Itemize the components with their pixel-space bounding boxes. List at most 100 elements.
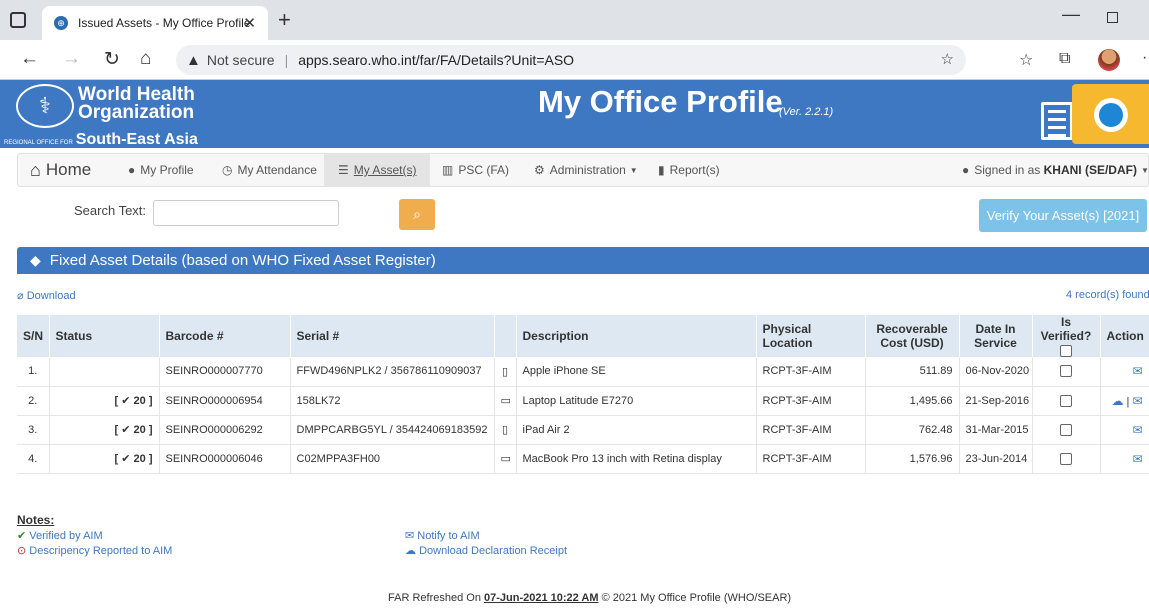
laptop-icon: ▭: [494, 386, 517, 416]
document-icon: [1041, 102, 1073, 140]
records-count: 4 record(s) found: [1066, 289, 1149, 301]
list-icon: ☰: [338, 163, 349, 177]
nav-my-attendance[interactable]: ◷ My Attendance: [222, 154, 317, 186]
discrepancy-icon: ⊙: [17, 545, 27, 557]
nav-my-profile[interactable]: ● My Profile: [128, 154, 194, 186]
paperclip-icon: ⌀: [17, 290, 24, 302]
nav-reports[interactable]: ▮ Report(s): [658, 154, 720, 186]
refresh-date: 07-Jun-2021 10:22 AM: [484, 592, 599, 604]
col-location: Physical Location: [756, 315, 866, 357]
envelope-icon[interactable]: ✉: [1132, 394, 1142, 408]
collections-icon[interactable]: ⧉: [1059, 50, 1070, 68]
who-emblem-icon: ⚕: [16, 84, 74, 128]
profile-folder-icon: [1072, 84, 1149, 144]
user-icon: ●: [128, 163, 136, 177]
status-cell: [49, 357, 160, 387]
cloud-download-icon[interactable]: ☁: [1111, 394, 1123, 408]
app-title: My Office Profile: [538, 84, 783, 119]
status-cell: [ ✔ 20 ]: [49, 444, 160, 474]
profile-avatar[interactable]: [1098, 49, 1120, 71]
table-row: 1. SEINRO000007770 FFWD496NPLK2 / 356786…: [17, 357, 1149, 387]
panel-header: ◆ Fixed Asset Details (based on WHO Fixe…: [17, 247, 1149, 274]
col-serial: Serial #: [290, 315, 495, 357]
col-description: Description: [516, 315, 757, 357]
note-notify: ✉ Notify to AIM: [405, 530, 480, 542]
phone-icon: ▯: [494, 357, 517, 387]
app-banner: ⚕ World Health Organization REGIONAL OFF…: [0, 80, 1149, 148]
nav-home[interactable]: ⌂ Home: [30, 154, 91, 186]
verify-checkbox[interactable]: [1060, 365, 1072, 378]
main-navbar: ⌂ Home ● My Profile ◷ My Attendance ☰ My Ass…: [17, 153, 1149, 187]
envelope-icon[interactable]: ✉: [1132, 423, 1142, 437]
barcode-icon: ▥: [442, 163, 454, 177]
envelope-icon[interactable]: ✉: [1132, 364, 1142, 378]
table-row: 2. [ ✔ 20 ] SEINRO000006954 158LK72 ▭ La…: [17, 386, 1149, 416]
note-declaration: ☁ Download Declaration Receipt: [405, 545, 568, 557]
note-verified: ✔ Verified by AIM: [17, 530, 103, 542]
security-label: Not secure: [206, 52, 275, 68]
forward-arrow-icon[interactable]: →: [62, 48, 81, 70]
verify-checkbox[interactable]: [1060, 394, 1072, 407]
search-button[interactable]: ⌕: [399, 199, 435, 230]
verify-checkbox[interactable]: [1060, 423, 1072, 436]
search-icon: ⌕: [413, 206, 421, 222]
verify-all-checkbox[interactable]: [1060, 344, 1072, 357]
col-sn: S/N: [17, 315, 50, 357]
envelope-icon[interactable]: ✉: [1132, 452, 1142, 466]
back-arrow-icon[interactable]: ←: [20, 48, 39, 70]
tablet-icon: ▯: [494, 415, 517, 445]
envelope-icon: ✉: [405, 530, 415, 542]
new-tab-icon[interactable]: +: [278, 7, 291, 33]
status-cell: [ ✔ 20 ]: [49, 386, 160, 416]
window-maximize-icon[interactable]: [1107, 12, 1118, 23]
col-barcode: Barcode #: [159, 315, 291, 357]
tab-close-icon[interactable]: ✕: [243, 14, 256, 32]
nav-administration[interactable]: ⚙ Administration ▼: [534, 154, 638, 186]
read-aloud-icon[interactable]: ☆: [941, 50, 954, 68]
cloud-download-icon: ☁: [405, 545, 416, 557]
browser-tab[interactable]: ⊕ Issued Assets - My Office Profile ✕: [42, 6, 268, 40]
url-omnibox[interactable]: ▲ Not secure | apps.searo.who.int/far/FA…: [176, 45, 966, 75]
home-icon[interactable]: ⌂: [140, 48, 151, 70]
clock-icon: ◷: [222, 163, 233, 177]
window-minimize-icon[interactable]: —: [1062, 4, 1080, 25]
search-input[interactable]: [153, 200, 339, 226]
verify-assets-button[interactable]: Verify Your Asset(s) [2021]: [979, 199, 1147, 232]
col-cost: Recoverable Cost (USD): [865, 315, 960, 357]
more-menu-icon[interactable]: ·: [1142, 49, 1147, 67]
gear-icon: ⚙: [534, 163, 545, 177]
who-favicon-icon: ⊕: [54, 16, 68, 30]
caret-down-icon: ▼: [1140, 165, 1149, 175]
col-action: Action: [1100, 315, 1149, 357]
url-text: apps.searo.who.int/far/FA/Details?Unit=A…: [298, 52, 575, 68]
region-name: REGIONAL OFFICE FOR South-East Asia: [4, 131, 198, 148]
check-icon: ✔: [17, 530, 27, 542]
nav-psc-fa[interactable]: ▥ PSC (FA): [442, 154, 509, 186]
search-label: Search Text:: [74, 203, 147, 218]
footer: FAR Refreshed On 07-Jun-2021 10:22 AM © …: [388, 592, 792, 604]
user-icon: ●: [962, 163, 970, 177]
col-status: Status: [49, 315, 160, 357]
nav-my-assets[interactable]: ☰ My Asset(s): [324, 154, 431, 186]
address-bar-row: ← → ↻ ⌂ ▲ Not secure | apps.searo.who.in…: [0, 40, 1149, 80]
asset-table: S/N Status Barcode # Serial # Descriptio…: [17, 315, 1149, 474]
status-cell: [ ✔ 20 ]: [49, 415, 160, 445]
nav-signed-in-user[interactable]: ● Signed in as KHANI (SE/DAF) ▼: [962, 154, 1149, 186]
laptop-icon: ▭: [494, 444, 517, 474]
verify-checkbox[interactable]: [1060, 452, 1072, 465]
org-name: World Health Organization: [78, 84, 195, 123]
caret-down-icon: ▼: [629, 165, 638, 175]
file-icon: ▮: [658, 163, 665, 177]
tags-icon: ◆: [30, 252, 41, 268]
reload-icon[interactable]: ↻: [104, 48, 120, 71]
table-header-row: S/N Status Barcode # Serial # Descriptio…: [17, 315, 1149, 357]
note-discrepancy: ⊙ Descripency Reported to AIM: [17, 545, 173, 557]
favorites-icon[interactable]: ☆: [1019, 50, 1033, 70]
browser-tab-bar: ⊕ Issued Assets - My Office Profile ✕ + …: [0, 0, 1149, 40]
app-version: (Ver. 2.2.1): [779, 106, 834, 118]
col-verified: Is Verified?: [1032, 315, 1101, 357]
download-link[interactable]: ⌀ Download: [17, 289, 76, 302]
notes-title: Notes:: [17, 513, 55, 527]
warning-icon: ▲: [186, 51, 201, 69]
tab-actions-icon[interactable]: [10, 12, 26, 28]
